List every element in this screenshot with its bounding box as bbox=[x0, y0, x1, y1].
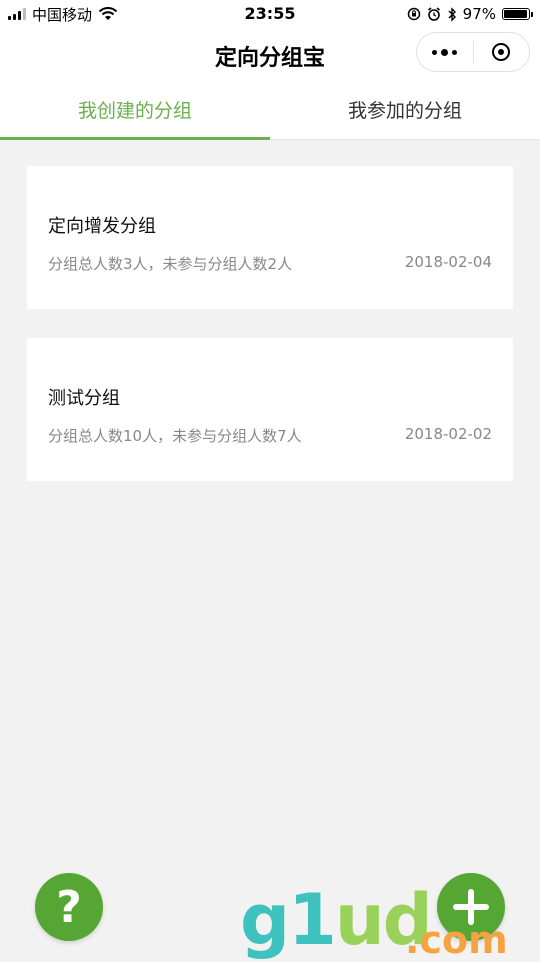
group-date: 2018-02-04 bbox=[404, 253, 492, 271]
tab-joined-groups[interactable]: 我参加的分组 bbox=[270, 80, 540, 139]
status-bar: 中国移动 23:55 97% bbox=[0, 0, 540, 28]
nav-bar: 定向分组宝 bbox=[0, 28, 540, 80]
watermark-logo: g1ud bbox=[240, 879, 433, 961]
tab-created-groups[interactable]: 我创建的分组 bbox=[0, 80, 270, 140]
orientation-lock-icon bbox=[407, 7, 420, 21]
status-right: 97% bbox=[407, 4, 533, 24]
question-mark-icon: ? bbox=[56, 881, 82, 933]
group-summary: 分组总人数3人，未参与分组人数2人 bbox=[48, 255, 293, 273]
tab-bar: 我创建的分组 我参加的分组 bbox=[0, 80, 540, 140]
bluetooth-icon bbox=[448, 6, 456, 22]
more-dots-icon bbox=[432, 48, 458, 56]
group-date: 2018-02-02 bbox=[404, 425, 492, 443]
group-card[interactable]: 定向增发分组 分组总人数3人，未参与分组人数2人 2018-02-04 bbox=[27, 166, 513, 309]
watermark-letter: 1 bbox=[288, 879, 337, 961]
more-button[interactable] bbox=[417, 33, 473, 71]
watermark-letter: g bbox=[240, 879, 290, 961]
battery-icon bbox=[502, 8, 533, 20]
watermark-letter: u bbox=[334, 879, 385, 961]
battery-percent: 97% bbox=[462, 5, 496, 23]
group-summary: 分组总人数10人，未参与分组人数7人 bbox=[48, 427, 302, 445]
target-icon bbox=[492, 43, 511, 61]
close-miniprogram-button[interactable] bbox=[474, 33, 530, 71]
battery-fill bbox=[504, 10, 528, 18]
alarm-icon bbox=[427, 7, 440, 21]
group-title: 测试分组 bbox=[48, 388, 120, 409]
tab-label: 我创建的分组 bbox=[77, 100, 192, 122]
group-title: 定向增发分组 bbox=[48, 216, 156, 237]
help-button[interactable]: ? bbox=[35, 873, 103, 941]
menu-capsule bbox=[416, 32, 530, 72]
tab-label: 我参加的分组 bbox=[347, 100, 462, 122]
group-card[interactable]: 测试分组 分组总人数10人，未参与分组人数7人 2018-02-02 bbox=[27, 338, 513, 481]
watermark-domain: .com bbox=[405, 918, 508, 962]
